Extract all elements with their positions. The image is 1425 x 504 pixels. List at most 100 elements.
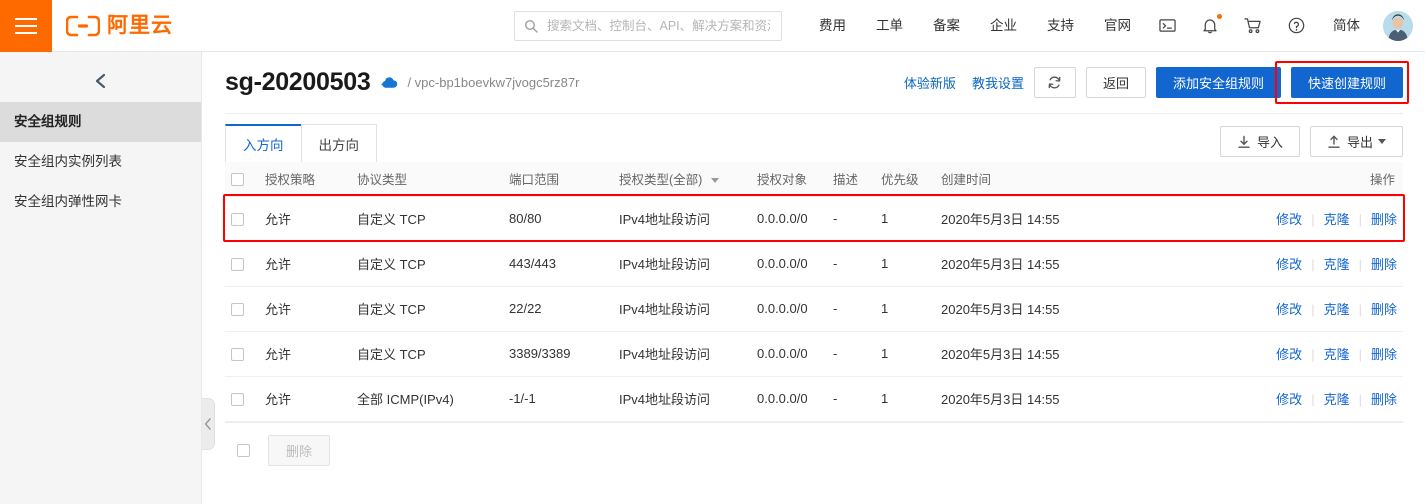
action-link-clone[interactable]: 克隆	[1324, 347, 1350, 362]
nav-link-icp[interactable]: 备案	[918, 0, 975, 52]
action-link-clone[interactable]: 克隆	[1324, 257, 1350, 272]
header-actions: 操作	[1253, 162, 1403, 197]
left-sidebar: 安全组规则 安全组内实例列表 安全组内弹性网卡	[0, 52, 202, 504]
table-row[interactable]: 允许 自定义 TCP 22/22 IPv4地址段访问 0.0.0.0/0-1 2020年5…	[225, 286, 1403, 332]
nav-link-website[interactable]: 官网	[1089, 0, 1146, 52]
rules-table-wrapper: 授权策略 协议类型 端口范围 授权类型(全部) 授权对象 描述 优先级 创建时间…	[223, 162, 1405, 422]
main-content: sg-20200503 / vpc-bp1boevkw7jvogc5rz87r …	[203, 52, 1425, 504]
refresh-button[interactable]	[1033, 67, 1076, 98]
action-link-delete[interactable]: 删除	[1371, 302, 1397, 317]
action-link-delete[interactable]: 删除	[1371, 347, 1397, 362]
row-checkbox[interactable]	[231, 303, 244, 317]
row-checkbox-cell[interactable]	[225, 241, 259, 287]
sidebar-collapse-button[interactable]	[0, 60, 201, 102]
sidebar-toggle-handle[interactable]	[202, 398, 215, 450]
sidebar-item-label: 安全组内实例列表	[14, 154, 122, 169]
action-link-clone[interactable]: 克隆	[1324, 212, 1350, 227]
cell-auth-type: IPv4地址段访问	[619, 212, 711, 227]
bell-icon[interactable]	[1189, 0, 1231, 52]
cell-auth-type: IPv4地址段访问	[613, 286, 751, 332]
select-all-checkbox[interactable]	[231, 172, 244, 186]
footer-select-all-checkbox[interactable]	[237, 443, 250, 457]
header-auth-type-label: 授权类型(全部)	[619, 173, 703, 188]
nav-link-tickets[interactable]: 工单	[861, 0, 918, 52]
action-link-delete[interactable]: 删除	[1371, 212, 1397, 227]
action-link-edit[interactable]: 修改	[1276, 302, 1302, 317]
table-row[interactable]: 允许 全部 ICMP(IPv4) -1/-1 IPv4地址段访问 0.0.0.0/0-1…	[225, 376, 1403, 422]
nav-link-fees[interactable]: 费用	[804, 0, 861, 52]
terminal-icon[interactable]	[1146, 0, 1189, 52]
cell-auth-object: 0.0.0.0/0	[751, 376, 827, 422]
row-checkbox[interactable]	[231, 213, 244, 227]
teach-me-setup-link[interactable]: 教我设置	[972, 73, 1024, 92]
cell-created-at: 2020年5月3日 14:55	[935, 241, 1253, 287]
row-checkbox-cell[interactable]	[225, 376, 259, 422]
top-navigation-bar: 阿里云 费用 工单 备案 企业 支持 官网	[0, 0, 1425, 52]
chevron-left-icon	[204, 418, 211, 430]
row-checkbox[interactable]	[231, 348, 244, 362]
import-button[interactable]: 导入	[1219, 126, 1300, 157]
row-checkbox-cell[interactable]	[225, 331, 259, 377]
batch-delete-button[interactable]: 删除	[268, 434, 330, 466]
cell-priority: 1	[875, 376, 935, 422]
add-security-group-rule-button[interactable]: 添加安全组规则	[1155, 67, 1281, 98]
quick-create-rule-wrapper: 快速创建规则	[1274, 61, 1409, 104]
sidebar-item-eni-list[interactable]: 安全组内弹性网卡	[0, 182, 201, 222]
cell-description: -	[827, 376, 875, 422]
action-separator: |	[1358, 212, 1362, 227]
action-link-clone[interactable]: 克隆	[1324, 302, 1350, 317]
global-search-box[interactable]	[514, 10, 782, 41]
cell-policy: 允许	[265, 212, 292, 227]
row-checkbox[interactable]	[231, 258, 244, 272]
back-button[interactable]: 返回	[1085, 67, 1146, 98]
help-icon[interactable]	[1275, 0, 1318, 52]
sidebar-item-instance-list[interactable]: 安全组内实例列表	[0, 142, 201, 182]
cart-icon[interactable]	[1231, 0, 1275, 52]
sidebar-item-security-group-rules[interactable]: 安全组规则	[0, 102, 201, 142]
cell-created-at: 2020年5月3日 14:55	[935, 331, 1253, 377]
row-checkbox-cell[interactable]	[225, 196, 259, 241]
chevron-left-icon	[95, 73, 105, 89]
nav-link-enterprise[interactable]: 企业	[975, 0, 1032, 52]
cell-actions: 修改 | 克隆 | 删除	[1253, 286, 1403, 332]
cell-description: -	[827, 331, 875, 377]
nav-link-support[interactable]: 支持	[1032, 0, 1089, 52]
action-separator: |	[1311, 302, 1315, 317]
cell-port-range: -1/-1	[503, 376, 613, 422]
hamburger-menu-icon[interactable]	[0, 0, 52, 52]
table-header-row: 授权策略 协议类型 端口范围 授权类型(全部) 授权对象 描述 优先级 创建时间…	[225, 162, 1403, 197]
cell-actions: 修改 | 克隆 | 删除	[1253, 241, 1403, 287]
cell-priority: 1	[875, 331, 935, 377]
action-link-edit[interactable]: 修改	[1276, 212, 1302, 227]
table-row[interactable]: 允许 自定义 TCP 443/443 IPv4地址段访问 0.0.0.0/0-1 2020…	[225, 241, 1403, 287]
row-checkbox-cell[interactable]	[225, 286, 259, 332]
table-row[interactable]: 允许 自定义 TCP 3389/3389 IPv4地址段访问 0.0.0.0/0-1 20…	[225, 331, 1403, 377]
header-protocol: 协议类型	[351, 162, 503, 197]
action-link-clone[interactable]: 克隆	[1324, 392, 1350, 407]
cell-policy: 允许	[259, 286, 351, 332]
action-separator: |	[1311, 257, 1315, 272]
export-button[interactable]: 导出	[1309, 126, 1403, 157]
action-link-edit[interactable]: 修改	[1276, 257, 1302, 272]
action-link-delete[interactable]: 删除	[1371, 392, 1397, 407]
aliyun-logo[interactable]: 阿里云	[65, 15, 173, 37]
tab-outbound[interactable]: 出方向	[300, 124, 377, 162]
quick-create-rule-button[interactable]: 快速创建规则	[1290, 67, 1403, 98]
cell-actions: 修改 | 克隆 | 删除	[1253, 376, 1403, 422]
row-checkbox[interactable]	[231, 393, 244, 407]
action-link-delete[interactable]: 删除	[1371, 257, 1397, 272]
language-switcher[interactable]: 简体	[1318, 0, 1375, 52]
try-new-version-link[interactable]: 体验新版	[904, 73, 956, 92]
header-auth-type-filter[interactable]: 授权类型(全部)	[613, 162, 751, 197]
search-input[interactable]	[545, 17, 772, 34]
action-link-edit[interactable]: 修改	[1276, 392, 1302, 407]
action-link-edit[interactable]: 修改	[1276, 347, 1302, 362]
cloud-icon	[381, 76, 398, 89]
tab-inbound[interactable]: 入方向	[225, 124, 302, 162]
user-avatar[interactable]	[1383, 10, 1413, 41]
cell-auth-type: IPv4地址段访问	[613, 241, 751, 287]
search-icon	[524, 19, 538, 33]
cell-description: -	[827, 286, 875, 332]
table-row[interactable]: 允许 自定义 TCP 80/80 IPv4地址段访问 0.0.0.0/0 - 1 2020年5…	[225, 196, 1403, 241]
header-priority: 优先级	[875, 162, 935, 197]
